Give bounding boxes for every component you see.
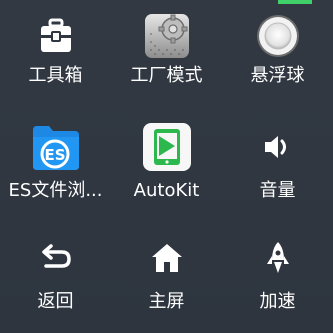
home-icon — [111, 232, 222, 284]
quick-menu-panel: 工具箱 工厂模式 悬浮球 ES ES文件浏... AutoKit 音量 返回 主… — [0, 0, 333, 333]
floating-ball-button[interactable]: 悬浮球 — [222, 0, 333, 111]
toolbox-icon — [0, 10, 111, 62]
back-label: 返回 — [37, 291, 74, 312]
home-label: 主屏 — [148, 291, 185, 312]
volume-label: 音量 — [259, 180, 296, 201]
es-file-explorer-icon: ES — [0, 121, 111, 173]
back-button[interactable]: 返回 — [0, 222, 111, 333]
back-icon — [0, 232, 111, 284]
accelerate-label: 加速 — [259, 291, 296, 312]
factory-mode-button[interactable]: 工厂模式 — [111, 0, 222, 111]
factory-mode-label: 工厂模式 — [130, 65, 203, 86]
svg-text:ES: ES — [44, 146, 65, 164]
factory-gear-icon — [111, 10, 222, 62]
home-button[interactable]: 主屏 — [111, 222, 222, 333]
toolbox-label: 工具箱 — [28, 65, 83, 86]
volume-icon — [222, 121, 333, 173]
autokit-label: AutoKit — [133, 180, 200, 201]
es-file-explorer-button[interactable]: ES ES文件浏... — [0, 111, 111, 222]
autokit-button[interactable]: AutoKit — [111, 111, 222, 222]
autokit-icon — [111, 121, 222, 173]
accelerate-button[interactable]: 加速 — [222, 222, 333, 333]
rocket-icon — [222, 232, 333, 284]
floating-ball-label: 悬浮球 — [250, 65, 305, 86]
volume-button[interactable]: 音量 — [222, 111, 333, 222]
es-file-explorer-label: ES文件浏... — [8, 180, 103, 201]
toolbox-button[interactable]: 工具箱 — [0, 0, 111, 111]
floating-ball-icon — [222, 10, 333, 62]
